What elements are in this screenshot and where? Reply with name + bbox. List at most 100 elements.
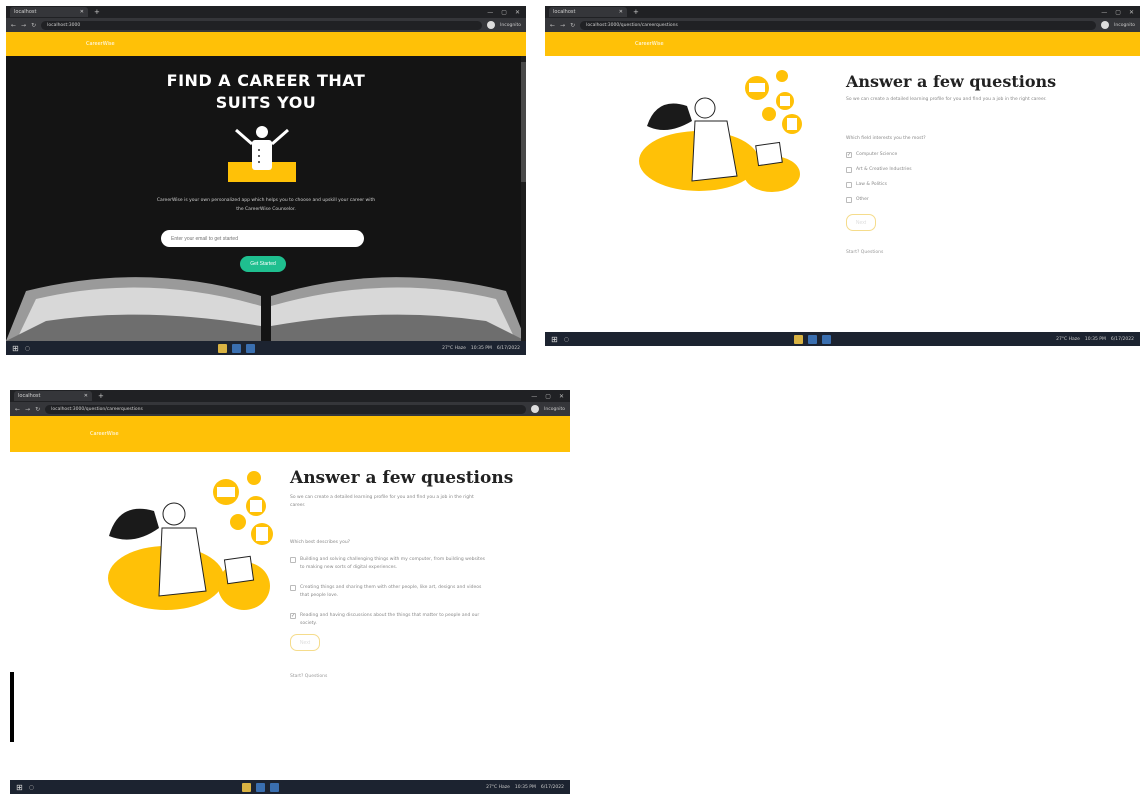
minimize-icon[interactable]: — [531,393,537,400]
weather-text[interactable]: 27°C Haze [1056,337,1080,342]
hero-section: FIND A CAREER THAT SUITS YOU CareerWise … [6,56,526,341]
close-icon[interactable]: ✕ [619,9,623,15]
next-button[interactable]: Next [290,634,320,651]
browser-tab[interactable]: localhost ✕ [549,7,627,17]
brand-logo[interactable]: CareerWise [86,41,115,47]
file-explorer-icon[interactable] [217,343,227,353]
windows-start-icon[interactable]: ⊞ [551,335,558,344]
option-label: Art & Creative Industries [856,167,912,172]
profile-avatar[interactable] [1101,21,1110,29]
url-field[interactable]: localhost:3000/question/careerquestions [45,404,527,414]
close-icon[interactable]: ✕ [84,393,88,399]
maximize-icon[interactable]: ▢ [545,393,551,400]
search-icon[interactable]: ○ [564,336,569,343]
scrollbar-thumb[interactable] [521,62,526,182]
option-label: Computer Science [856,152,898,157]
option-row[interactable]: ✓ Computer Science [846,151,897,159]
next-button[interactable]: Next [846,214,876,231]
reload-icon[interactable]: ↻ [31,22,36,29]
browser-tab[interactable]: localhost ✕ [14,391,92,401]
chrome-icon[interactable] [245,343,255,353]
profile-label: Incognito [1114,22,1135,28]
option-row[interactable]: ✓ Reading and having discussions about t… [290,612,490,628]
url-field[interactable]: localhost:3000/question/careerquestions [580,20,1097,30]
chrome-icon[interactable] [822,334,832,344]
forward-icon[interactable]: → [21,22,26,29]
new-tab-icon[interactable]: + [633,8,639,16]
option-checkbox[interactable] [290,585,296,591]
option-row[interactable]: Art & Creative Industries [846,166,912,174]
windows-start-icon[interactable]: ⊞ [12,344,19,353]
forward-icon[interactable]: → [560,22,565,29]
clock-date[interactable]: 6/17/2022 [497,346,520,351]
left-edge-band [10,672,14,742]
window-controls: — ▢ ✕ [1101,9,1140,16]
search-icon[interactable]: ○ [25,345,30,352]
chrome-icon[interactable] [269,782,279,792]
site-header: CareerWise [6,32,526,56]
option-checkbox[interactable] [846,167,852,173]
new-tab-icon[interactable]: + [98,392,104,400]
profile-avatar[interactable] [531,405,540,413]
option-row[interactable]: Other [846,196,869,204]
option-checkbox[interactable]: ✓ [846,152,852,158]
tab-title: localhost [18,393,41,399]
vscode-icon[interactable] [231,343,241,353]
new-tab-icon[interactable]: + [94,8,100,16]
brand-logo[interactable]: CareerWise [635,41,664,47]
weather-text[interactable]: 27°C Haze [442,346,466,351]
forward-icon[interactable]: → [25,406,30,413]
clock-time[interactable]: 10:35 PM [471,346,492,351]
maximize-icon[interactable]: ▢ [1115,9,1121,16]
file-explorer-icon[interactable] [241,782,251,792]
clock-time[interactable]: 10:35 PM [1085,337,1106,342]
clock-date[interactable]: 6/17/2022 [1111,337,1134,342]
windows-taskbar: ⊞ ○ 27°C Haze 10:35 PM 6/17/2022 [545,332,1140,346]
option-row[interactable]: Law & Politics [846,181,887,189]
clock-date[interactable]: 6/17/2022 [541,785,564,790]
quiz-page: Answer a few questions So we can create … [545,56,1140,332]
windows-taskbar: ⊞ ○ 27°C Haze 10:35 PM 6/17/2022 [10,780,570,794]
vscode-icon[interactable] [808,334,818,344]
close-window-icon[interactable]: ✕ [515,9,520,16]
option-checkbox[interactable] [846,197,852,203]
windows-start-icon[interactable]: ⊞ [16,783,23,792]
vscode-icon[interactable] [255,782,265,792]
profile-avatar[interactable] [487,21,496,29]
start-questions-link[interactable]: Start? Questions [846,250,883,255]
option-checkbox[interactable] [846,182,852,188]
reload-icon[interactable]: ↻ [570,22,575,29]
clock-time[interactable]: 10:35 PM [515,785,536,790]
weather-text[interactable]: 27°C Haze [486,785,510,790]
option-row[interactable]: Creating things and sharing them with ot… [290,584,490,600]
start-questions-link[interactable]: Start? Questions [290,674,327,679]
email-input[interactable] [161,230,364,247]
search-icon[interactable]: ○ [29,784,34,791]
browser-tab-bar: localhost ✕ + — ▢ ✕ [545,6,1140,18]
back-icon[interactable]: ← [11,22,16,29]
option-row[interactable]: Building and solving challenging things … [290,556,490,572]
option-label: Law & Politics [856,182,887,187]
option-checkbox[interactable] [290,557,296,563]
woman-at-laptop-illustration [639,70,802,192]
hero-title-line-2: SUITS YOU [215,93,317,112]
brand-logo[interactable]: CareerWise [90,431,119,437]
quiz-subtitle: So we can create a detailed learning pro… [846,97,1047,102]
screenshot-quiz-1: localhost ✕ + — ▢ ✕ ← → ↻ localhost:3000… [545,6,1140,346]
reload-icon[interactable]: ↻ [35,406,40,413]
browser-tab[interactable]: localhost ✕ [10,7,88,17]
url-field[interactable]: localhost:3000 [41,20,483,30]
maximize-icon[interactable]: ▢ [501,9,507,16]
back-icon[interactable]: ← [15,406,20,413]
close-window-icon[interactable]: ✕ [559,393,564,400]
tab-title: localhost [14,9,37,15]
close-window-icon[interactable]: ✕ [1129,9,1134,16]
option-checkbox[interactable]: ✓ [290,613,296,619]
minimize-icon[interactable]: — [1101,9,1107,16]
minimize-icon[interactable]: — [487,9,493,16]
file-explorer-icon[interactable] [794,334,804,344]
url-text: localhost:3000/question/careerquestions [586,22,678,28]
back-icon[interactable]: ← [550,22,555,29]
site-header: CareerWise [545,32,1140,56]
close-icon[interactable]: ✕ [80,9,84,15]
